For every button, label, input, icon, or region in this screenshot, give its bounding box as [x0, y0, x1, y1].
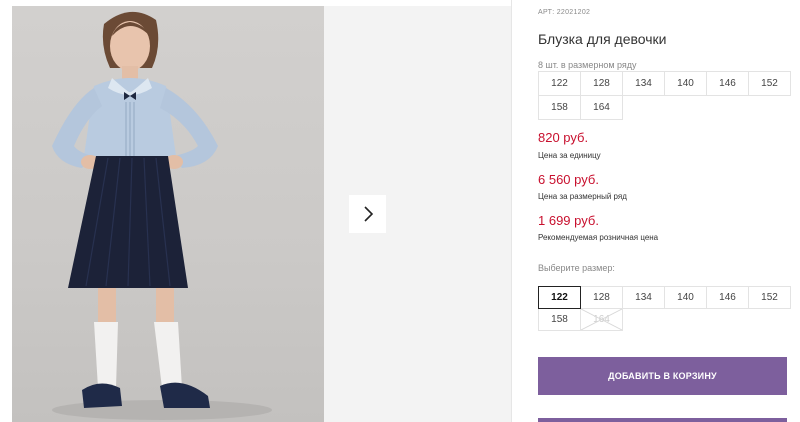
product-gallery	[0, 0, 512, 422]
size-row-cell: 134	[622, 71, 665, 96]
size-row-price-caption: Цена за размерный ряд	[538, 192, 627, 201]
size-option-unavailable: 164	[580, 308, 623, 331]
retail-price: 1 699 руб.	[538, 213, 599, 228]
size-option[interactable]: 158	[538, 308, 581, 331]
size-row-cell: 158	[538, 95, 581, 120]
product-title: Блузка для девочки	[538, 31, 667, 47]
size-row-grid: 122 128 134 140 146 152 158 164	[538, 71, 791, 120]
size-picker-label: Выберите размер:	[538, 263, 615, 273]
size-option-selected[interactable]: 122	[538, 286, 581, 309]
unit-price-caption: Цена за единицу	[538, 151, 601, 160]
size-row-price: 6 560 руб.	[538, 172, 599, 187]
size-row-cell: 146	[706, 71, 749, 96]
size-picker-grid: 122 128 134 140 146 152 158 164	[538, 286, 791, 331]
next-image-button[interactable]	[349, 195, 386, 233]
product-page: АРТ: 22021202 Блузка для девочки 8 шт. в…	[0, 0, 800, 422]
strikethrough-icon	[581, 309, 622, 330]
product-photo[interactable]	[12, 6, 324, 422]
product-sku: АРТ: 22021202	[538, 9, 591, 16]
chevron-right-icon	[363, 206, 373, 222]
size-row-cell: 164	[580, 95, 623, 120]
size-row-note: 8 шт. в размерном ряду	[538, 60, 637, 70]
unit-price: 820 руб.	[538, 130, 589, 145]
column-divider	[511, 0, 512, 422]
size-row-cell: 128	[580, 71, 623, 96]
size-option[interactable]: 140	[664, 286, 707, 309]
add-to-cart-button[interactable]: ДОБАВИТЬ В КОРЗИНУ	[538, 357, 787, 395]
size-option[interactable]: 128	[580, 286, 623, 309]
retail-price-caption: Рекомендуемая розничная цена	[538, 233, 659, 242]
secondary-action-button[interactable]	[538, 418, 787, 422]
size-row-cell: 152	[748, 71, 791, 96]
size-option[interactable]: 152	[748, 286, 791, 309]
girl-illustration	[52, 11, 272, 420]
size-row-cell: 140	[664, 71, 707, 96]
size-option[interactable]: 134	[622, 286, 665, 309]
size-row-cell: 122	[538, 71, 581, 96]
size-option[interactable]: 146	[706, 286, 749, 309]
